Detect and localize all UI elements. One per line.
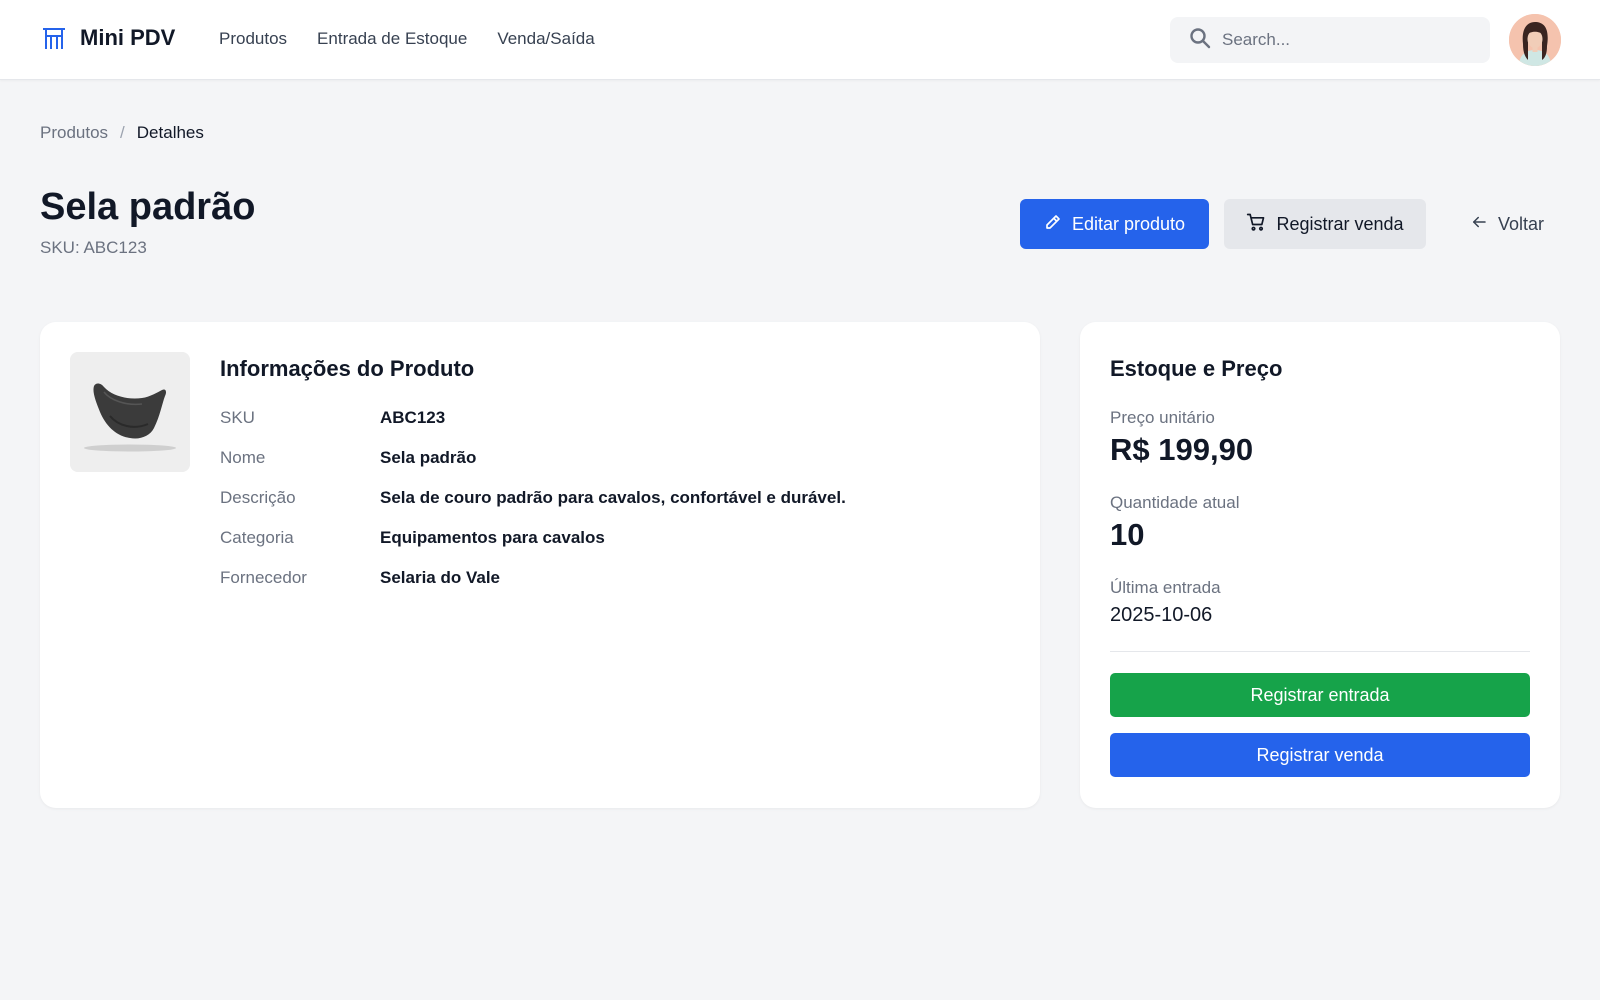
page-title: Sela padrão — [40, 186, 256, 228]
divider — [1110, 651, 1530, 652]
stock-price-card: Estoque e Preço Preço unitário R$ 199,90… — [1080, 322, 1560, 808]
breadcrumb-current: Detalhes — [136, 123, 204, 142]
page-sku: SKU: ABC123 — [40, 238, 147, 257]
info-value: Sela padrão — [380, 448, 477, 467]
breadcrumb: Produtos / Detalhes — [40, 123, 204, 143]
info-row-nome: Nome Sela padrão — [220, 448, 476, 468]
price-label: Preço unitário — [1110, 408, 1215, 427]
edit-product-button[interactable]: Editar produto — [1020, 199, 1209, 249]
register-sale-label-top: Registrar venda — [1276, 213, 1404, 234]
brand-icon — [40, 24, 68, 52]
info-label: SKU — [220, 408, 255, 427]
nav-item-produtos[interactable]: Produtos — [219, 29, 287, 49]
info-label: Descrição — [220, 488, 296, 507]
last-entry-label: Última entrada — [1110, 578, 1221, 597]
stock-card-title: Estoque e Preço — [1110, 356, 1283, 381]
back-button[interactable]: Voltar — [1452, 199, 1562, 249]
breadcrumb-separator: / — [120, 123, 125, 142]
avatar[interactable] — [1509, 14, 1561, 66]
last-entry-value: 2025-10-06 — [1110, 604, 1213, 626]
product-info-card: Informações do Produto SKU ABC123 Nome S… — [40, 322, 1040, 808]
info-label: Fornecedor — [220, 568, 307, 587]
breadcrumb-produtos[interactable]: Produtos — [40, 123, 108, 143]
nav-item-venda-saida[interactable]: Venda/Saída — [497, 29, 594, 49]
info-value: Sela de couro padrão para cavalos, confo… — [380, 488, 846, 507]
saddle-image — [70, 352, 190, 472]
arrow-left-icon — [1470, 213, 1488, 236]
price-value: R$ 199,90 — [1110, 432, 1254, 467]
quantity-value: 10 — [1110, 517, 1145, 552]
edit-product-label: Editar produto — [1071, 213, 1186, 234]
cart-icon — [1246, 212, 1266, 237]
info-label: Categoria — [220, 528, 294, 547]
info-row-descricao: Descrição Sela de couro padrão para cava… — [220, 488, 846, 508]
search-input[interactable] — [1222, 30, 1472, 50]
quantity-label: Quantidade atual — [1110, 493, 1240, 512]
register-sale-button[interactable]: Registrar venda — [1110, 733, 1530, 777]
pencil-icon — [1044, 213, 1062, 236]
nav-item-entrada-estoque[interactable]: Entrada de Estoque — [317, 29, 467, 49]
info-value: Equipamentos para cavalos — [380, 528, 605, 547]
info-row-fornecedor: Fornecedor Selaria do Vale — [220, 568, 500, 588]
info-card-title: Informações do Produto — [220, 356, 475, 381]
info-label: Nome — [220, 448, 266, 467]
info-value: Selaria do Vale — [380, 568, 501, 587]
main-nav: Produtos Entrada de Estoque Venda/Saída — [219, 29, 595, 49]
info-value: ABC123 — [380, 408, 446, 427]
info-row-categoria: Categoria Equipamentos para cavalos — [220, 528, 605, 548]
brand[interactable]: Mini PDV — [40, 24, 175, 52]
register-entry-button[interactable]: Registrar entrada — [1110, 673, 1530, 717]
search-box[interactable] — [1170, 17, 1490, 63]
search-icon — [1188, 26, 1212, 55]
register-sale-button-top[interactable]: Registrar venda — [1224, 199, 1426, 249]
back-label: Voltar — [1497, 213, 1545, 234]
brand-name: Mini PDV — [80, 25, 176, 50]
top-navbar: Mini PDV Produtos Entrada de Estoque Ven… — [0, 0, 1600, 80]
info-row-sku: SKU ABC123 — [220, 408, 445, 428]
